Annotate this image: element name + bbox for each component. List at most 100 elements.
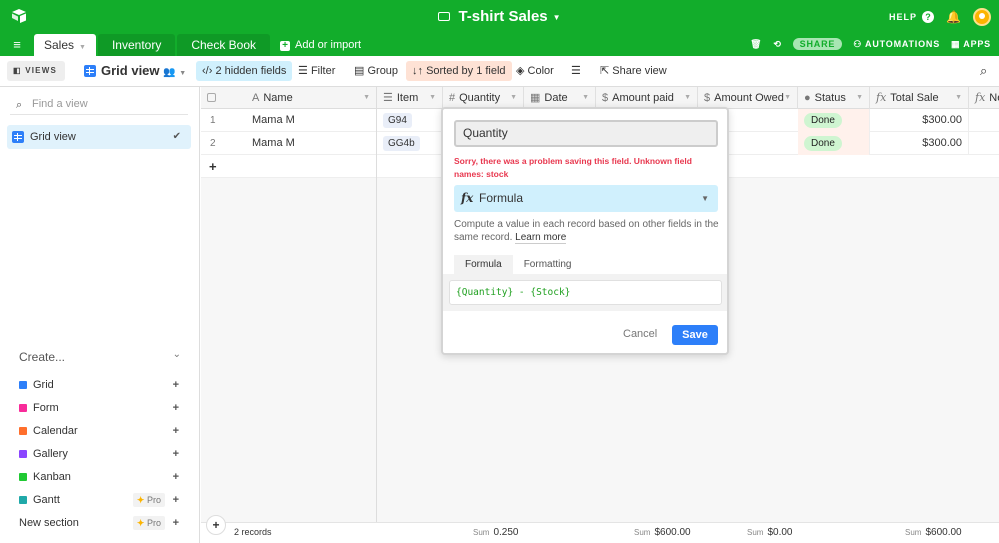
long-text-icon: ☰ [383,92,393,104]
hidden-icon: ‹/› [202,65,213,77]
column-header-total-sale[interactable]: fx Total Sale ▼ [870,87,969,109]
column-header-item[interactable]: ☰ Item ▼ [377,87,443,109]
cancel-button[interactable]: Cancel [623,328,657,340]
automations-icon: ⚇ [853,38,863,49]
base-title-button[interactable]: T-shirt Sales ▼ [438,8,561,25]
share-view-icon: ⇱ [600,65,610,77]
summary-bar: + 2 records Sum 0.250 Sum $600.00 Sum $0.00… [201,515,999,543]
chevron-down-icon: ▼ [856,94,863,101]
color-button[interactable]: ◈ Color [510,61,560,81]
create-gallery[interactable]: Gallery + [19,446,181,462]
create-calendar[interactable]: Calendar + [19,423,181,439]
grid-icon [19,381,27,389]
column-header-status[interactable]: ● Status ▼ [798,87,870,109]
views-toggle-button[interactable]: ◧ VIEWS [7,61,65,81]
share-view-button[interactable]: ⇱ Share view [594,61,673,81]
grid-header: A Name ▼ ☰ Item ▼ # Quantity ▼ ▦ Date ▼ $ Amount … [201,87,999,109]
hidden-fields-button[interactable]: ‹/› 2 hidden fields [196,61,293,81]
checkmark-icon: ✔ [172,131,181,142]
sum-amount-owed[interactable]: Sum $0.00 [747,527,792,538]
cell-item[interactable]: G94 [377,109,443,132]
tab-formula[interactable]: Formula [454,255,513,274]
filter-button[interactable]: ☰ Filter [292,61,341,81]
cell-status[interactable]: Done [798,132,870,155]
create-kanban[interactable]: Kanban + [19,469,181,485]
tab-sales[interactable]: Sales ▼ [34,34,96,56]
sparkle-icon: ✦ [136,495,145,505]
single-select-icon: ● [804,92,811,104]
airtable-logo-icon[interactable] [11,9,27,23]
tab-formatting[interactable]: Formatting [513,255,583,274]
sum-amount-paid[interactable]: Sum $600.00 [634,527,691,538]
sort-icon: ↓↑ [412,65,423,77]
tab-check-book[interactable]: Check Book [177,34,271,56]
create-new-section[interactable]: New section ✦ Pro + [19,515,181,531]
sidebar-item-grid-view[interactable]: Grid view ✔ [7,125,191,149]
field-name-input[interactable]: Quantity [454,120,718,147]
field-type-select[interactable]: fx Formula ▼ [454,185,718,212]
history-icon[interactable]: ⟲ [773,39,781,50]
menu-icon[interactable]: ≡ [0,34,34,56]
column-header-amount-paid[interactable]: $ Amount paid ▼ [596,87,698,109]
cell-name[interactable]: Mama M [246,109,377,132]
group-button[interactable]: ▤ Group [348,61,404,81]
row-number: 1 [210,115,216,126]
column-header-name[interactable]: A Name ▼ [246,87,377,109]
add-record-button[interactable]: + [206,515,226,535]
trash-icon[interactable]: 🗑 [750,39,762,50]
number-icon: # [449,92,456,104]
create-section-toggle[interactable]: Create... ⌄ [19,349,181,364]
chevron-down-icon: ▼ [701,194,709,203]
calendar-icon [19,427,27,435]
automations-button[interactable]: ⚇ AUTOMATIONS [853,39,940,50]
create-grid[interactable]: Grid + [19,377,181,393]
view-toolbar: ◧ VIEWS Grid view 👥 ▼ ‹/› 2 hidden field… [0,56,999,87]
search-icon[interactable]: ⌕ [974,61,993,81]
cell-total-sale[interactable]: $300.00 [870,132,969,155]
chevron-down-icon: ▼ [510,94,517,101]
column-header-net[interactable]: fxNe [969,87,999,109]
help-button[interactable]: HELP? [889,11,935,23]
user-avatar[interactable] [973,8,991,26]
plus-icon: + [280,41,291,51]
editor-tabs: Formula Formatting [454,255,582,274]
currency-icon: $ [602,92,609,104]
learn-more-link[interactable]: Learn more [515,232,567,244]
gantt-icon [19,496,27,504]
find-view-input[interactable]: ⌕ Find a view [10,95,188,115]
cell-item[interactable]: GG4b [377,132,443,155]
create-form[interactable]: Form + [19,400,181,416]
sum-total-sale[interactable]: Sum $600.00 [905,527,962,538]
group-icon: ▤ [354,65,365,77]
plus-icon: + [209,159,217,174]
cell-name[interactable]: Mama M [246,132,377,155]
select-all-checkbox[interactable] [201,87,246,109]
sum-quantity[interactable]: Sum 0.250 [473,527,518,538]
column-header-amount-owed[interactable]: $ Amount Owed ▼ [698,87,798,109]
cell-status[interactable]: Done [798,109,870,132]
gallery-icon [19,450,27,458]
row-number: 2 [210,138,216,149]
status-badge: Done [804,113,842,128]
create-gantt[interactable]: Gantt ✦ Pro + [19,492,181,508]
notifications-icon[interactable]: 🔔 [946,10,961,24]
collaborators-icon: 👥 [163,67,176,78]
add-or-import-button[interactable]: + Add or import [272,34,361,56]
sort-button[interactable]: ↓↑ Sorted by 1 field [406,61,512,81]
share-button[interactable]: SHARE [792,38,843,50]
plus-icon: + [172,402,179,414]
apps-button[interactable]: ▦ APPS [951,39,991,50]
row-height-button[interactable]: ☰ [565,61,587,81]
column-header-date[interactable]: ▦ Date ▼ [524,87,596,109]
pro-badge: ✦ Pro [132,516,165,530]
views-sidebar: ⌕ Find a view Grid view ✔ Create... ⌄ Grid +… [0,87,200,543]
chevron-down-icon: ▼ [179,70,187,77]
view-switcher[interactable]: Grid view 👥 ▼ [78,61,192,81]
cell-total-sale[interactable]: $300.00 [870,109,969,132]
chevron-down-icon: ▼ [552,12,561,22]
tab-inventory[interactable]: Inventory [97,34,176,56]
formula-input[interactable]: {Quantity} - {Stock} [449,280,722,305]
save-button[interactable]: Save [672,325,718,345]
column-header-quantity[interactable]: # Quantity ▼ [443,87,524,109]
text-field-icon: A [252,92,260,104]
